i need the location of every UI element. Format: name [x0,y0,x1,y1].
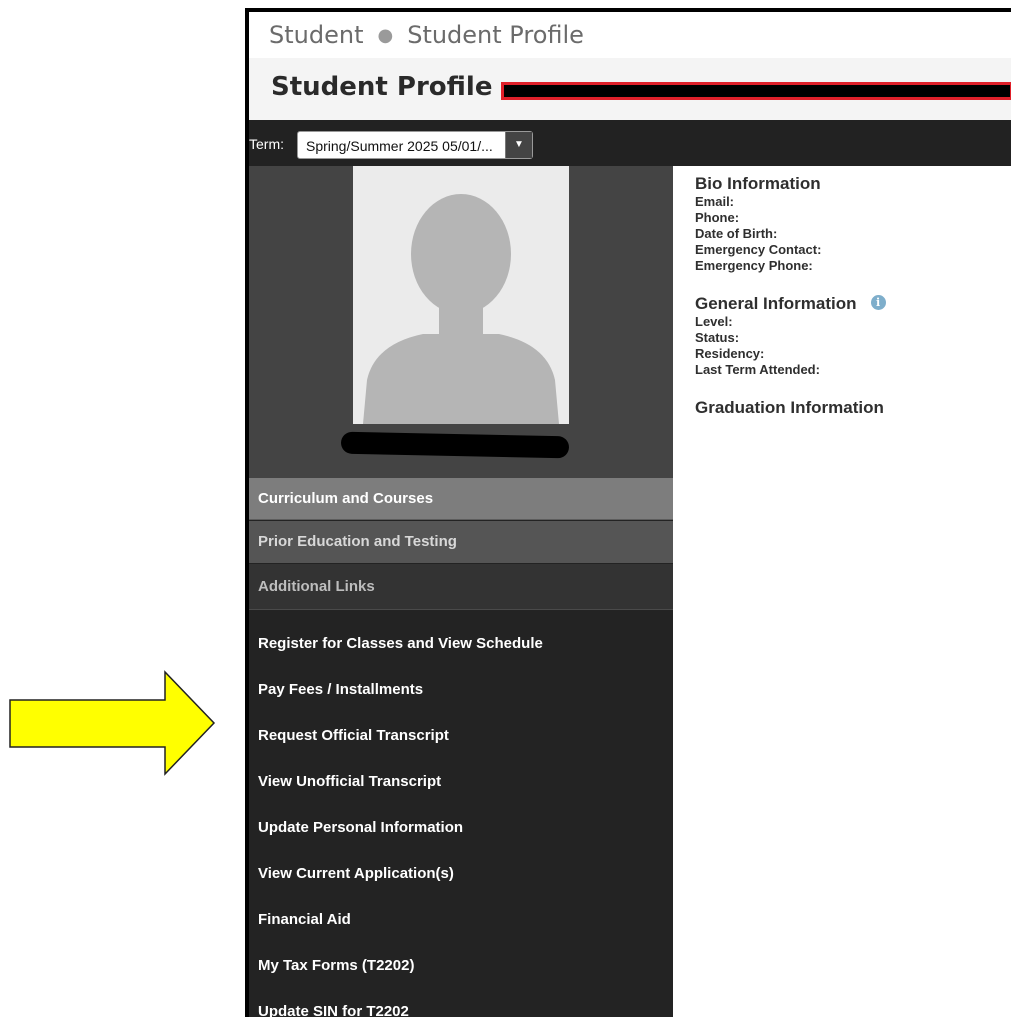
general-information-header: General Information i [695,294,1011,314]
link-pay-fees[interactable]: Pay Fees / Installments [258,681,423,698]
breadcrumb-student[interactable]: Student [269,21,363,49]
term-label: Term: [249,136,284,152]
link-update-sin[interactable]: Update SIN for T2202 [258,1003,409,1017]
screenshot-frame: Student ● Student Profile Student Profile … [245,8,1011,1017]
bio-field-email: Email: [695,194,735,209]
redacted-name [340,431,570,459]
link-view-unofficial-transcript[interactable]: View Unofficial Transcript [258,773,441,790]
avatar [353,166,569,424]
general-field-last-term-attended: Last Term Attended: [695,362,820,377]
term-bar: Term: Spring/Summer 2025 05/01/... ▼ [249,120,1011,166]
breadcrumb-separator: ● [377,25,394,46]
link-register-for-classes[interactable]: Register for Classes and View Schedule [258,635,543,652]
bio-information-section: Bio Information Email: Phone: Date of Bi… [695,174,1011,274]
term-select-value: Spring/Summer 2025 05/01/... [306,138,493,154]
bio-field-emergency-phone: Emergency Phone: [695,258,813,273]
bio-information-title: Bio Information [695,174,821,193]
general-field-status: Status: [695,330,740,345]
redacted-student-name [501,82,1011,100]
info-icon[interactable]: i [870,295,886,310]
link-my-tax-forms[interactable]: My Tax Forms (T2202) [258,957,414,974]
photo-area [249,166,673,478]
page-title-bar: Student Profile - [249,58,1011,121]
sidebar: Curriculum and Courses Prior Education a… [249,166,673,1017]
link-update-personal-information[interactable]: Update Personal Information [258,819,463,836]
breadcrumb: Student ● Student Profile [249,12,1011,58]
graduation-information-title: Graduation Information [695,398,884,417]
page-title: Student Profile - [271,72,513,102]
bio-field-date-of-birth: Date of Birth: [695,226,778,241]
general-information-section: General Information i Level: Status: Resi… [695,294,1011,378]
general-field-residency: Residency: [695,346,765,361]
general-information-title: General Information [695,294,857,313]
graduation-information-section: Graduation Information [695,398,1011,418]
link-request-official-transcript[interactable]: Request Official Transcript [258,727,449,744]
profile-content: Bio Information Email: Phone: Date of Bi… [695,174,1011,418]
link-view-current-applications[interactable]: View Current Application(s) [258,865,454,882]
link-financial-aid[interactable]: Financial Aid [258,911,351,928]
bio-field-phone: Phone: [695,210,740,225]
chevron-down-icon[interactable]: ▼ [505,132,532,158]
nav-curriculum-and-courses[interactable]: Curriculum and Courses [249,478,673,520]
avatar-placeholder-icon [353,166,569,424]
bio-field-emergency-contact: Emergency Contact: [695,242,822,257]
nav-additional-links[interactable]: Additional Links [249,564,673,610]
nav-prior-education-and-testing[interactable]: Prior Education and Testing [249,521,673,563]
yellow-pointer-arrow [9,670,216,776]
breadcrumb-student-profile: Student Profile [407,21,584,49]
term-select[interactable]: Spring/Summer 2025 05/01/... ▼ [297,131,533,159]
general-field-level: Level: [695,314,733,329]
